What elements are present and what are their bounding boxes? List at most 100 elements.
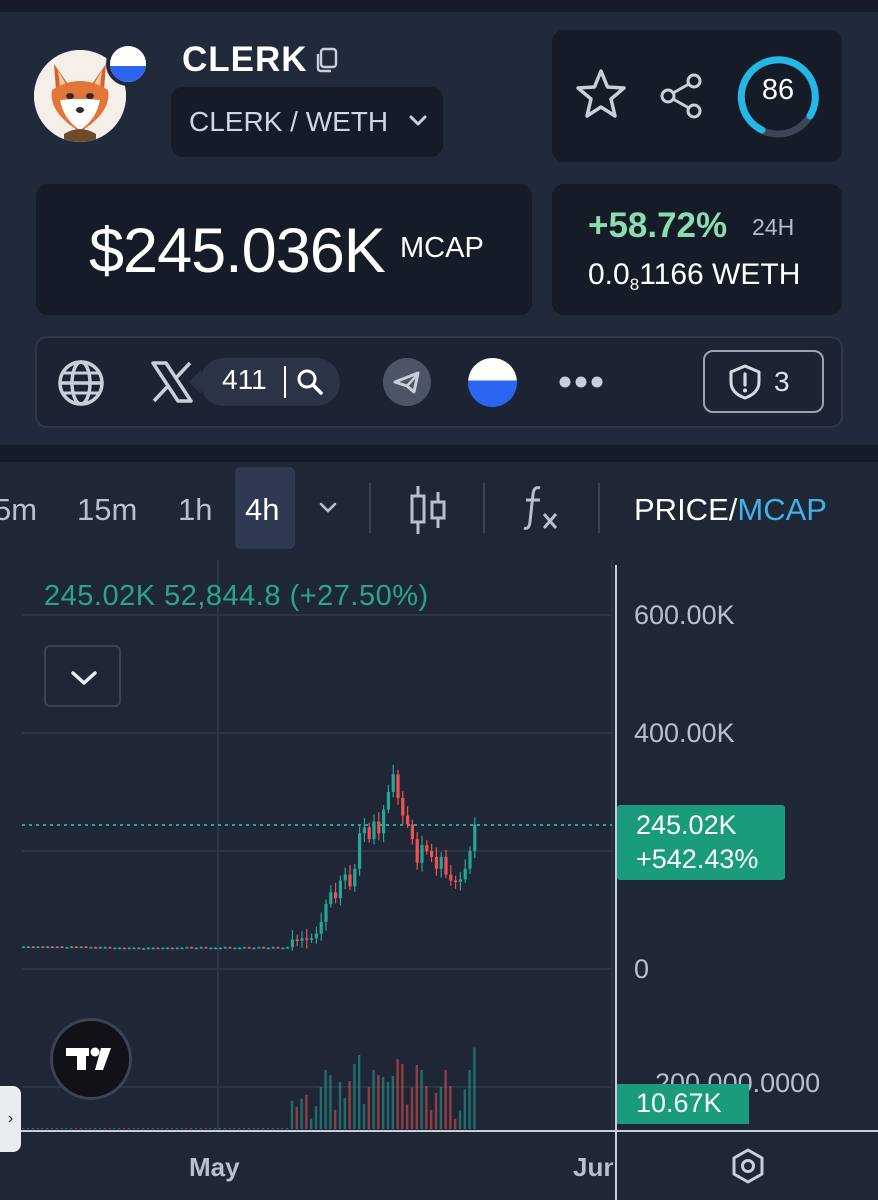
candle-body bbox=[122, 947, 126, 950]
volume-bar bbox=[74, 1128, 78, 1129]
volume-bar bbox=[55, 1128, 58, 1129]
volume-bar bbox=[473, 1047, 476, 1129]
volume-bar bbox=[281, 1128, 284, 1129]
volume-bar bbox=[36, 1128, 39, 1129]
globe-icon[interactable] bbox=[56, 358, 106, 408]
volume-bar bbox=[415, 1065, 418, 1129]
candle-body bbox=[70, 946, 74, 949]
candle-body bbox=[458, 879, 462, 882]
volume-bar bbox=[343, 1098, 346, 1129]
legend-collapse-button[interactable] bbox=[44, 645, 121, 707]
toolbar-divider bbox=[598, 483, 600, 533]
candle-body bbox=[132, 947, 136, 950]
volume-bar bbox=[319, 1087, 322, 1129]
volume-bar bbox=[314, 1106, 318, 1129]
x-tick-label: May bbox=[189, 1152, 240, 1182]
volume-bar bbox=[454, 1118, 457, 1129]
volume-bar bbox=[127, 1128, 130, 1129]
volume-bar bbox=[142, 1128, 145, 1129]
candle-body bbox=[60, 946, 64, 949]
volume-bar bbox=[300, 1098, 303, 1129]
volume-bar bbox=[180, 1128, 183, 1129]
token-name: CLERK bbox=[182, 40, 308, 79]
candle-body bbox=[454, 880, 458, 882]
star-icon[interactable] bbox=[572, 66, 630, 124]
candle-body bbox=[473, 824, 477, 851]
volume-bar bbox=[151, 1128, 154, 1129]
shield-icon bbox=[729, 364, 761, 400]
candle-body bbox=[377, 821, 381, 834]
volume-bar bbox=[266, 1128, 270, 1129]
candle-body bbox=[310, 938, 314, 940]
more-icon[interactable] bbox=[558, 372, 604, 392]
search-icon[interactable] bbox=[296, 368, 324, 396]
timeframe-more-chevron-icon[interactable] bbox=[317, 500, 339, 516]
copy-icon[interactable] bbox=[312, 46, 340, 74]
pair-label: CLERK / WETH bbox=[189, 106, 389, 137]
y-tick-label: 400.00K bbox=[634, 718, 735, 748]
candle-body bbox=[449, 874, 453, 881]
timeframe-1h[interactable]: 1h bbox=[178, 492, 212, 528]
candle-body bbox=[439, 856, 443, 869]
volume-bar bbox=[377, 1075, 380, 1129]
timeframe-5m[interactable]: 5m bbox=[0, 492, 37, 528]
candle-body bbox=[266, 947, 270, 950]
candle-body bbox=[218, 947, 222, 950]
volume-bar bbox=[94, 1128, 97, 1129]
volume-bar bbox=[60, 1128, 63, 1129]
volume-bar bbox=[391, 1076, 394, 1129]
candle-body bbox=[108, 947, 112, 949]
candle-body bbox=[242, 947, 246, 949]
chain-explorer-icon[interactable] bbox=[468, 358, 517, 407]
volume-bar bbox=[262, 1128, 265, 1129]
volume-bar bbox=[382, 1077, 385, 1129]
chevron-down-icon bbox=[409, 115, 427, 126]
volume-bar bbox=[89, 1128, 92, 1129]
candle-body bbox=[271, 947, 275, 949]
candle-body bbox=[41, 946, 45, 949]
candle-body bbox=[386, 792, 390, 810]
volume-bar bbox=[175, 1128, 178, 1129]
candle-body bbox=[151, 947, 155, 950]
paper-plane-icon bbox=[393, 371, 420, 394]
indicators-fx-icon[interactable] bbox=[522, 484, 560, 532]
price-mcap-toggle[interactable]: PRICE/MCAP bbox=[634, 492, 827, 528]
volume-bar bbox=[194, 1128, 198, 1129]
candle-body bbox=[444, 856, 448, 875]
timeframe-15m[interactable]: 15m bbox=[77, 492, 137, 528]
status-strip bbox=[0, 0, 878, 12]
candle-body bbox=[180, 947, 184, 950]
candle-body bbox=[425, 845, 429, 851]
telegram-icon[interactable] bbox=[383, 358, 431, 406]
audit-button[interactable] bbox=[703, 350, 824, 413]
tradingview-icon bbox=[66, 1047, 111, 1070]
candles-icon[interactable] bbox=[408, 484, 448, 536]
candle-body bbox=[276, 947, 280, 949]
candle-body bbox=[223, 947, 227, 949]
timeframe-4h[interactable]: 4h bbox=[245, 492, 279, 528]
settings-icon[interactable] bbox=[729, 1147, 767, 1185]
tradingview-logo[interactable] bbox=[50, 1018, 132, 1100]
candle-body bbox=[410, 824, 414, 840]
volume-bar bbox=[233, 1128, 236, 1129]
candle-body bbox=[391, 774, 395, 792]
volume-bar bbox=[295, 1106, 298, 1129]
volume-bar bbox=[214, 1128, 217, 1129]
candle-body bbox=[406, 815, 410, 825]
x-icon[interactable] bbox=[150, 361, 194, 403]
volume-bar bbox=[401, 1064, 404, 1129]
change-24h-period: 24H bbox=[752, 214, 795, 240]
candle-body bbox=[79, 946, 83, 949]
volume-bar bbox=[324, 1070, 327, 1129]
share-icon[interactable] bbox=[658, 72, 706, 120]
volume-bar bbox=[386, 1082, 390, 1129]
volume-bar bbox=[223, 1128, 226, 1129]
volume-bar bbox=[22, 1128, 25, 1129]
pair-selector[interactable]: CLERK / WETH bbox=[171, 87, 443, 157]
volume-bar bbox=[46, 1128, 49, 1129]
candle-body bbox=[262, 947, 266, 949]
candle-body bbox=[353, 868, 357, 887]
volume-bar bbox=[406, 1104, 409, 1129]
candle-body bbox=[113, 947, 117, 950]
volume-bar bbox=[434, 1093, 438, 1129]
